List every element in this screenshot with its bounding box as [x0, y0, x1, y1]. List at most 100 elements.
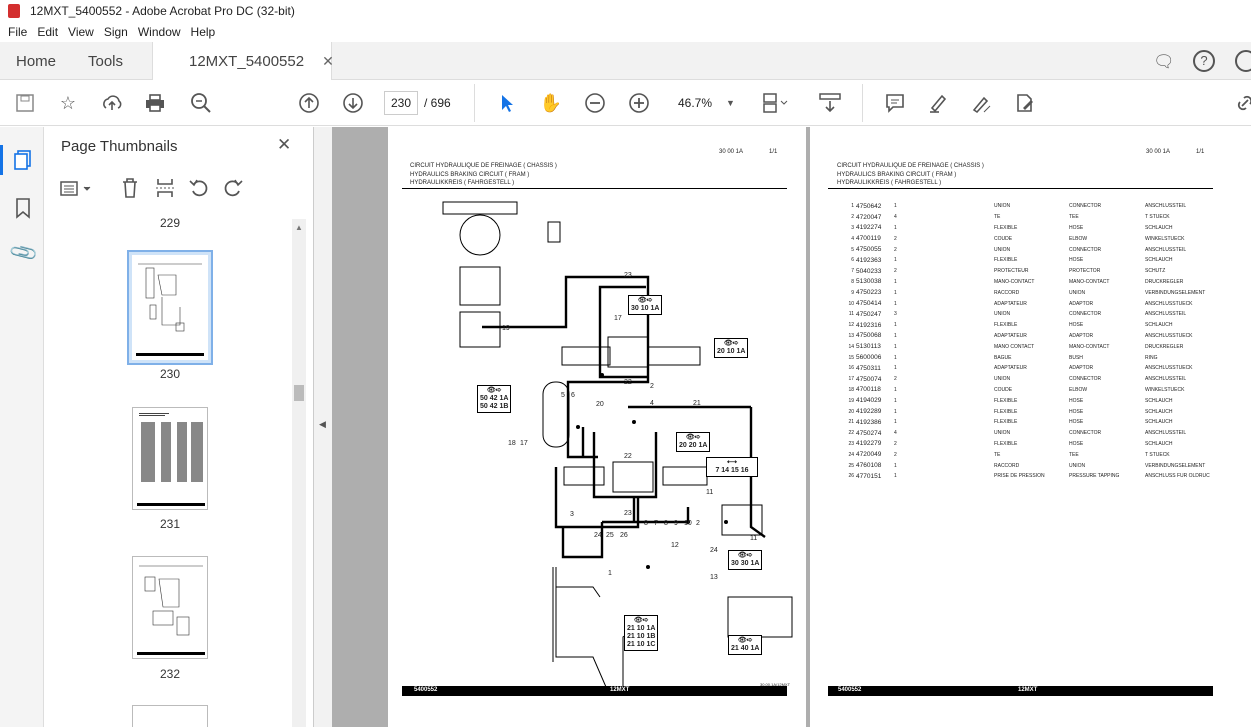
close-panel-icon[interactable]: ✕ — [277, 135, 291, 155]
comment-tool-icon[interactable] — [882, 90, 908, 116]
page-thumbnails-icon[interactable] — [12, 149, 34, 176]
menu-view[interactable]: View — [68, 25, 94, 39]
share-link-icon[interactable] — [1232, 90, 1251, 116]
menu-sign[interactable]: Sign — [104, 25, 128, 39]
description-de: SCHLAUCH — [1145, 224, 1173, 231]
account-icon[interactable] — [1235, 50, 1251, 72]
description-en: MANO-CONTACT — [1069, 343, 1110, 350]
part-number: 4192316 — [856, 321, 882, 329]
thumbnail-page-233[interactable] — [132, 705, 208, 727]
callout: 21 — [693, 400, 701, 407]
document-viewer[interactable]: CIRCUIT HYDRAULIQUE DE FREINAGE ( CHASSI… — [332, 127, 1251, 727]
callout: 24 — [594, 532, 602, 539]
help-icon[interactable]: ? — [1193, 50, 1215, 72]
item-number: 6 — [851, 257, 854, 264]
zoom-select[interactable]: 46.7% ▼ — [670, 91, 742, 115]
thumbnail-page-232[interactable] — [132, 556, 208, 659]
menu-edit[interactable]: Edit — [37, 25, 58, 39]
tab-home[interactable]: Home — [16, 42, 56, 80]
part-number: 4750068 — [856, 332, 882, 340]
thumbnail-label: 230 — [159, 367, 181, 381]
menu-file[interactable]: File — [8, 25, 27, 39]
description-fr: FLEXIBLE — [994, 440, 1018, 447]
title-de: HYDRAULIKKREIS ( FAHRGESTELL ) — [837, 180, 942, 186]
description-de: ANSCHLUSSTUECK — [1145, 300, 1193, 307]
menu-window[interactable]: Window — [138, 25, 181, 39]
eye-arrow-icon: 👁➪ — [633, 617, 649, 624]
scroll-mode-icon[interactable] — [817, 90, 843, 116]
description-en: PROTECTOR — [1069, 268, 1101, 275]
upload-icon[interactable] — [99, 90, 125, 116]
highlight-pen-icon[interactable] — [925, 90, 951, 116]
tab-document[interactable]: 12MXT_5400552 ✕ — [152, 42, 334, 81]
thumbnails-panel: Page Thumbnails ✕ 229 230 231 232 ▲ — [44, 127, 314, 727]
attachments-icon[interactable]: 📎 — [7, 236, 40, 269]
description-de: DRUCKREGLER — [1145, 278, 1184, 285]
table-row: 26 4770151 1 PRISE DE PRESSION PRESSURE TAPP… — [840, 471, 1220, 482]
part-number: 4750247 — [856, 310, 882, 318]
table-row: 9 4750223 1 RACCORD UNION VERBINDUNGSELEMENT — [840, 287, 1220, 298]
callout: 26 — [620, 532, 628, 539]
bookmark-star-icon[interactable]: ☆ — [55, 90, 81, 116]
zoom-in-icon[interactable] — [626, 90, 652, 116]
thumbnail-page-230[interactable] — [127, 250, 213, 365]
page-display-icon[interactable] — [762, 90, 788, 116]
page-number-input[interactable]: 230 — [384, 91, 418, 115]
tab-tools[interactable]: Tools — [88, 42, 123, 80]
sign-icon[interactable] — [968, 90, 994, 116]
bookmarks-icon[interactable] — [14, 197, 32, 224]
menu-help[interactable]: Help — [191, 25, 216, 39]
extract-pages-icon[interactable] — [154, 177, 176, 204]
description-fr: FLEXIBLE — [994, 257, 1018, 264]
description-en: CONNECTOR — [1069, 203, 1102, 210]
comment-icon[interactable]: 🗨 — [1153, 52, 1175, 72]
description-fr: FLEXIBLE — [994, 224, 1018, 231]
cross-ref-box: 👁➪ 21 10 1A 21 10 1B 21 10 1C — [624, 615, 659, 651]
eye-arrow-icon: 👁➪ — [737, 552, 753, 559]
quantity: 2 — [894, 451, 897, 458]
description-de: SCHLAUCH — [1145, 257, 1173, 264]
delete-page-icon[interactable] — [120, 177, 140, 204]
description-fr: MANO-CONTACT — [994, 278, 1035, 285]
previous-page-icon[interactable] — [296, 90, 322, 116]
next-page-icon[interactable] — [340, 90, 366, 116]
save-icon[interactable] — [12, 90, 38, 116]
quantity: 2 — [894, 440, 897, 447]
description-de: SCHLAUCH — [1145, 397, 1173, 404]
part-number: 4192386 — [856, 418, 882, 426]
description-de: SCHLAUCH — [1145, 408, 1173, 415]
thumbnail-scrollbar[interactable]: ▲ — [292, 219, 306, 727]
part-number: 4192274 — [856, 224, 882, 232]
thumbnail-page-231[interactable] — [132, 407, 208, 510]
footer-docno: 5400552 — [414, 687, 438, 693]
ref-label: 30 30 1A — [731, 560, 760, 567]
item-number: 19 — [848, 397, 854, 404]
callout: 11 — [706, 489, 714, 496]
quantity: 1 — [894, 300, 897, 307]
rotate-left-icon[interactable] — [188, 177, 210, 204]
scrollbar-thumb[interactable] — [294, 385, 304, 401]
quantity: 4 — [894, 214, 897, 221]
item-number: 24 — [848, 451, 854, 458]
part-number: 4750414 — [856, 300, 882, 308]
description-fr: MANO CONTACT — [994, 343, 1035, 350]
rotate-right-icon[interactable] — [222, 177, 244, 204]
edit-pdf-icon[interactable] — [1012, 90, 1038, 116]
print-icon[interactable] — [142, 90, 168, 116]
select-cursor-icon[interactable] — [494, 90, 520, 116]
zoom-out-icon[interactable] — [582, 90, 608, 116]
quantity: 4 — [894, 430, 897, 437]
zoom-search-icon[interactable] — [188, 90, 214, 116]
thumbnail-options-icon[interactable] — [60, 179, 96, 199]
collapse-arrow-icon[interactable]: ◀ — [319, 419, 326, 430]
quantity: 1 — [894, 224, 897, 231]
eye-arrow-icon: 👁➪ — [737, 637, 753, 644]
collapse-panel-strip[interactable]: ◀ — [314, 127, 332, 727]
hand-tool-icon[interactable]: ✋ — [538, 90, 564, 116]
table-row: 20 4192289 1 FLEXIBLE HOSE SCHLAUCH — [840, 406, 1220, 417]
description-en: ADAPTOR — [1069, 365, 1094, 372]
scroll-up-icon[interactable]: ▲ — [295, 223, 303, 232]
ref-label: 7 14 15 16 — [715, 467, 749, 474]
close-tab-icon[interactable]: ✕ — [322, 53, 334, 70]
table-row: 21 4192386 1 FLEXIBLE HOSE SCHLAUCH — [840, 417, 1220, 428]
